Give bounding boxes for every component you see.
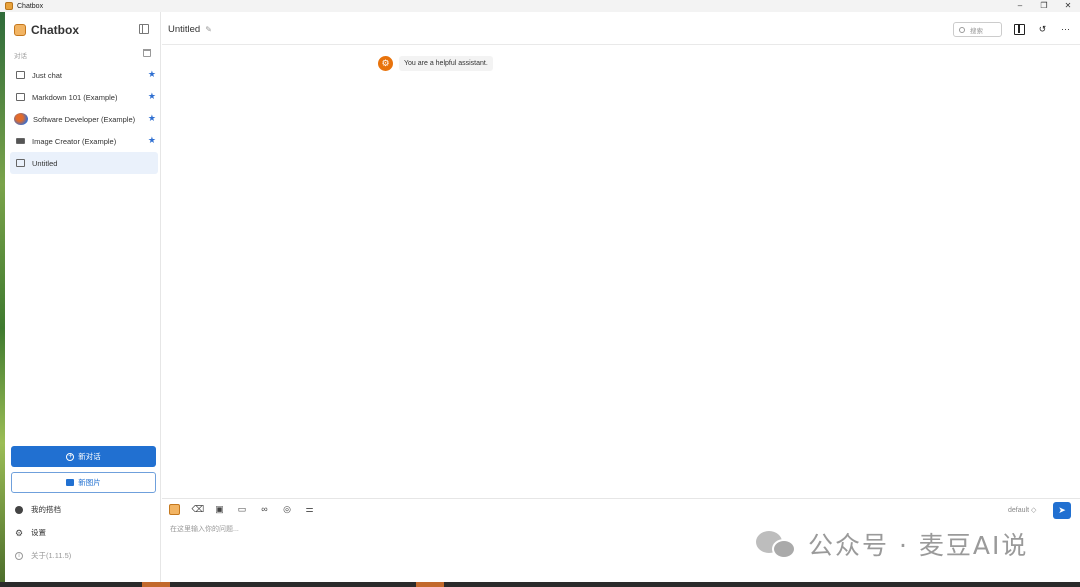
history-icon[interactable]: ↺ — [1037, 24, 1048, 35]
message-input[interactable]: 在这里输入你的问题... — [170, 524, 239, 534]
picture-icon — [16, 138, 25, 144]
settings-menu-item[interactable]: ⚙ 设置 — [15, 527, 46, 538]
conversation-item[interactable]: Software Developer (Example) ★ — [10, 108, 158, 130]
system-message-text: You are a helpful assistant. — [399, 56, 493, 71]
info-icon: i — [15, 551, 23, 560]
about-label: 关于(1.11.5) — [31, 551, 72, 560]
composer-toolbar: ⌫ ▣ ▭ ∞ ◎ ⚌ — [169, 504, 327, 515]
chat-bubble-icon — [16, 71, 25, 79]
conversation-label: Software Developer (Example) — [33, 114, 136, 124]
star-icon[interactable]: ★ — [148, 113, 156, 124]
conversation-label: Markdown 101 (Example) — [32, 92, 118, 102]
conversation-item[interactable]: Markdown 101 (Example) ★ — [10, 86, 158, 108]
conversation-item[interactable]: Just chat ★ — [10, 64, 158, 86]
gear-icon: ⚙ — [15, 527, 24, 538]
taskbar-app[interactable] — [142, 582, 170, 587]
new-image-button[interactable]: 新图片 — [11, 472, 156, 493]
partner-menu-item[interactable]: 我的搭档 — [15, 504, 61, 515]
search-icon — [959, 26, 965, 33]
conversation-label: Just chat — [32, 70, 63, 80]
plus-icon: + — [66, 452, 75, 461]
chat-title[interactable]: Untitled ✎ — [168, 24, 212, 35]
app-window: Chatbox – ❐ ✕ Chatbox 对话 Just chat ★ Mar… — [0, 0, 1080, 587]
conversation-label: Image Creator (Example) — [32, 136, 117, 146]
watermark-text: 公众号 · 麦豆AI说 — [808, 531, 1029, 560]
globe-icon[interactable]: ◎ — [282, 504, 293, 515]
taskbar — [0, 582, 1080, 587]
toggle-layout-icon[interactable] — [1014, 24, 1025, 35]
chatbox-logo-icon — [14, 24, 26, 36]
chat-bubble-icon — [16, 93, 25, 101]
maximize-button[interactable]: ❐ — [1032, 0, 1056, 12]
chat-header: Untitled ✎ 搜索 ↺ ··· — [162, 12, 1080, 45]
wechat-logo-icon — [756, 529, 796, 559]
partner-icon — [15, 505, 23, 514]
conversation-item-active[interactable]: Untitled — [10, 152, 158, 174]
conversation-item[interactable]: Image Creator (Example) ★ — [10, 130, 158, 152]
avatar-image-icon — [14, 113, 28, 125]
model-selector[interactable]: default ◇ — [1008, 506, 1036, 514]
new-chat-button[interactable]: + 新对话 — [11, 446, 156, 467]
brand-name: Chatbox — [31, 23, 79, 37]
send-button[interactable]: ➤ — [1053, 502, 1071, 519]
settings-label: 设置 — [31, 528, 46, 537]
settings-sliders-icon[interactable]: ⚌ — [304, 504, 315, 515]
watermark: 公众号 · 麦豆AI说 — [756, 526, 1028, 562]
new-image-label: 新图片 — [78, 478, 101, 487]
minimize-button[interactable]: – — [1008, 0, 1032, 12]
chat-title-text: Untitled — [168, 24, 201, 35]
search-box[interactable]: 搜索 — [953, 22, 1002, 37]
system-message: ⚙ You are a helpful assistant. — [378, 56, 493, 71]
partner-label: 我的搭档 — [31, 505, 61, 514]
star-icon[interactable]: ★ — [148, 69, 156, 80]
folder-icon[interactable]: ▭ — [237, 504, 248, 515]
chatbox-logo-icon[interactable] — [169, 504, 180, 515]
conversation-list: Just chat ★ Markdown 101 (Example) ★ Sof… — [10, 64, 158, 174]
picture-icon — [66, 479, 75, 486]
search-placeholder: 搜索 — [970, 27, 983, 35]
conversation-label: Untitled — [32, 158, 58, 168]
eraser-icon[interactable]: ⌫ — [192, 504, 205, 515]
chat-main: Untitled ✎ 搜索 ↺ ··· ⚙ You are a helpful … — [162, 12, 1080, 582]
sidebar: Chatbox 对话 Just chat ★ Markdown 101 (Exa… — [5, 12, 161, 582]
star-icon[interactable]: ★ — [148, 135, 156, 146]
new-chat-label: 新对话 — [78, 452, 101, 461]
window-title: Chatbox — [17, 2, 44, 10]
edit-pencil-icon[interactable]: ✎ — [205, 25, 212, 34]
brand: Chatbox — [14, 23, 79, 37]
star-icon[interactable]: ★ — [148, 91, 156, 102]
about-menu-item[interactable]: i 关于(1.11.5) — [15, 550, 71, 561]
collapse-sidebar-icon[interactable] — [139, 24, 149, 34]
chat-bubble-icon — [16, 159, 25, 167]
system-gear-icon: ⚙ — [378, 56, 393, 71]
title-bar: Chatbox – ❐ ✕ — [0, 0, 1080, 12]
trash-icon[interactable] — [143, 49, 151, 57]
section-label: 对话 — [14, 53, 27, 60]
app-icon — [5, 2, 13, 10]
window-controls: – ❐ ✕ — [1008, 0, 1080, 12]
image-icon[interactable]: ▣ — [214, 504, 225, 515]
taskbar-app[interactable] — [416, 582, 444, 587]
link-icon[interactable]: ∞ — [259, 504, 270, 515]
more-options-icon[interactable]: ··· — [1060, 24, 1071, 35]
close-button[interactable]: ✕ — [1056, 0, 1080, 12]
